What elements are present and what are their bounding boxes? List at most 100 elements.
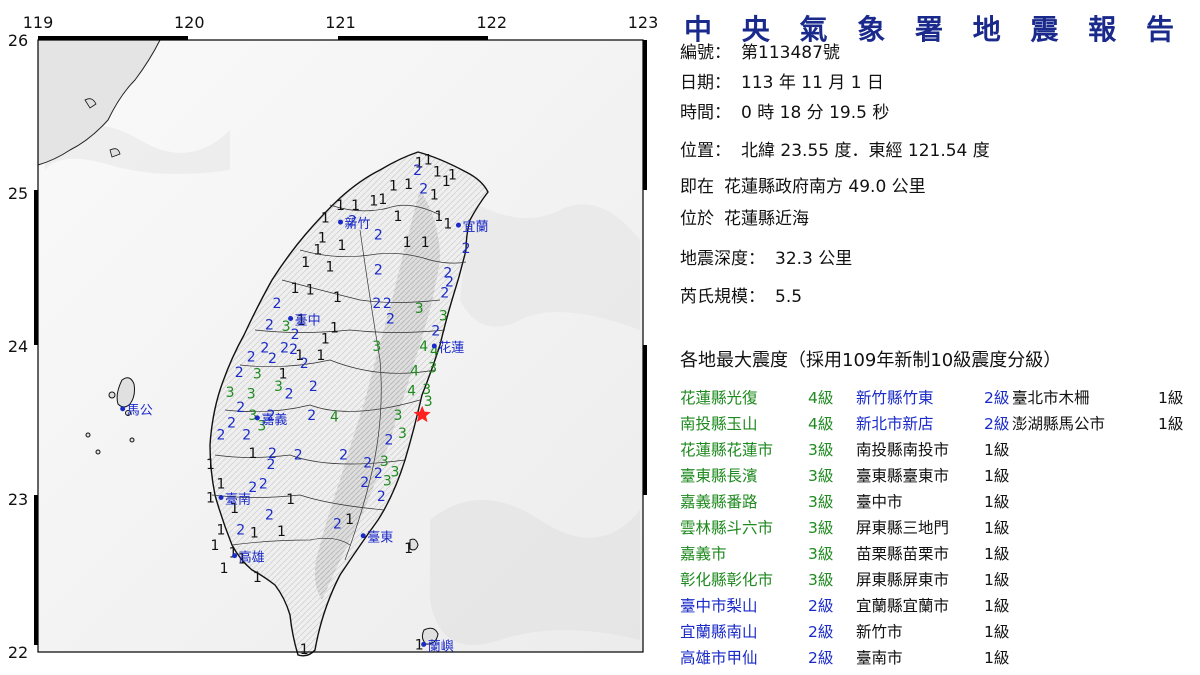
station-intensity: 3 [394, 408, 403, 424]
intensity-level: 3級 [808, 571, 834, 589]
intensity-level: 2級 [984, 389, 1010, 407]
intensity-place: 屏東縣屏東市 [856, 571, 950, 589]
intensity-place: 新竹市 [856, 623, 903, 641]
intensity-level: 1級 [984, 467, 1010, 485]
station-intensity: 2 [259, 477, 268, 493]
station-intensity: 2 [268, 351, 277, 367]
station-intensity: 1 [338, 238, 347, 254]
field-value: 花蓮縣政府南方 49.0 公里 [724, 177, 926, 197]
station-intensity: 3 [424, 394, 433, 410]
station-intensity: 4 [407, 383, 416, 399]
intensity-place: 宜蘭縣南山 [680, 623, 758, 641]
station-intensity: 1 [321, 331, 330, 347]
intensity-place: 高雄市甲仙 [680, 649, 758, 667]
report-field: 芮氏規模： 5.5 [680, 282, 802, 307]
intensity-place: 南投縣南投市 [856, 441, 950, 459]
city-marker [288, 315, 294, 321]
station-intensity: 1 [421, 235, 430, 251]
longitude-tick-label: 122 [476, 13, 507, 32]
station-intensity: 3 [226, 385, 235, 401]
city-label: 臺中 [295, 313, 321, 328]
report-field: 位置： 北緯 23.55 度．東經 121.54 度 [680, 136, 990, 161]
station-intensity: 1 [434, 209, 443, 225]
station-intensity: 2 [265, 507, 274, 523]
intensity-level: 1級 [1158, 415, 1184, 433]
station-intensity: 2 [300, 356, 309, 372]
intensity-level: 2級 [808, 623, 834, 641]
station-intensity: 1 [404, 541, 413, 557]
station-intensity: 2 [227, 416, 236, 432]
station-intensity: 1 [253, 570, 262, 586]
city-marker [421, 641, 427, 647]
station-intensity: 1 [448, 168, 457, 184]
city-label: 花蓮 [438, 340, 464, 356]
city-marker [218, 494, 224, 500]
intensity-level: 1級 [984, 441, 1010, 459]
station-intensity: 2 [431, 324, 440, 340]
latitude-tick-label: 24 [8, 337, 28, 356]
station-intensity: 1 [286, 492, 295, 508]
intensity-level: 4級 [808, 389, 834, 407]
station-intensity: 2 [309, 379, 318, 395]
station-intensity: 1 [389, 178, 398, 194]
report-field: 地震深度： 32.3 公里 [680, 244, 852, 269]
station-intensity: 1 [316, 348, 325, 364]
station-intensity: 1 [291, 281, 300, 297]
station-intensity: 2 [291, 327, 300, 343]
station-intensity: 1 [300, 642, 309, 658]
station-intensity: 2 [307, 408, 316, 424]
intensity-level: 1級 [984, 597, 1010, 615]
report-field: 時間： 0 時 18 分 19.5 秒 [680, 98, 889, 123]
station-intensity: 1 [250, 526, 259, 542]
city-label: 臺東 [367, 530, 393, 546]
station-intensity: 2 [374, 227, 383, 243]
city-label: 馬公 [127, 404, 153, 419]
station-intensity: 3 [253, 367, 262, 383]
station-intensity: 2 [247, 350, 256, 366]
intensity-place: 宜蘭縣宜蘭市 [856, 597, 950, 615]
station-intensity: 1 [424, 152, 433, 168]
latitude-tick-labels: 26 25 24 23 22 [8, 31, 28, 662]
station-intensity: 1 [433, 165, 442, 181]
station-intensity: 1 [277, 524, 286, 540]
latitude-tick-label: 26 [8, 31, 28, 50]
longitude-tick-label: 120 [174, 13, 205, 32]
city-marker [338, 219, 343, 225]
city-marker [360, 533, 366, 539]
intensity-level: 1級 [984, 519, 1010, 537]
station-intensity: 1 [248, 446, 257, 462]
station-intensity: 1 [301, 255, 310, 271]
station-intensity: 2 [294, 448, 303, 464]
longitude-tick-label: 119 [23, 13, 54, 32]
intensity-place: 嘉義市 [680, 545, 727, 563]
station-intensity: 3 [247, 386, 256, 402]
latitude-tick-label: 22 [8, 643, 28, 662]
station-intensity: 1 [217, 523, 226, 539]
intensity-level: 2級 [808, 597, 834, 615]
field-value: 0 時 18 分 19.5 秒 [741, 103, 890, 123]
intensity-level: 3級 [808, 519, 834, 537]
station-intensity: 1 [345, 512, 354, 528]
station-intensity: 1 [321, 210, 330, 226]
station-intensity: 1 [330, 321, 339, 337]
intensity-level: 4級 [808, 415, 834, 433]
station-intensity: 2 [363, 455, 372, 471]
station-intensity: 2 [413, 163, 422, 179]
station-intensity: 1 [220, 561, 229, 577]
city-label: 臺南 [225, 491, 251, 507]
intensity-level: 1級 [984, 571, 1010, 589]
station-intensity: 2 [386, 311, 395, 327]
intensity-level: 3級 [808, 545, 834, 563]
report-field: 日期： 113 年 11 月 1 日 [680, 68, 884, 93]
station-intensity: 1 [206, 490, 215, 506]
station-intensity: 4 [410, 363, 419, 379]
intensity-place: 雲林縣斗六市 [680, 519, 774, 537]
intensity-place: 花蓮縣光復 [680, 389, 758, 407]
intensity-level: 3級 [808, 467, 834, 485]
station-intensity: 3 [383, 474, 392, 490]
intensity-level: 3級 [808, 441, 834, 459]
station-intensity: 1 [211, 538, 220, 554]
station-intensity: 1 [404, 177, 413, 193]
field-label: 地震深度： [680, 249, 765, 269]
city-label: 蘭嶼 [428, 638, 454, 654]
